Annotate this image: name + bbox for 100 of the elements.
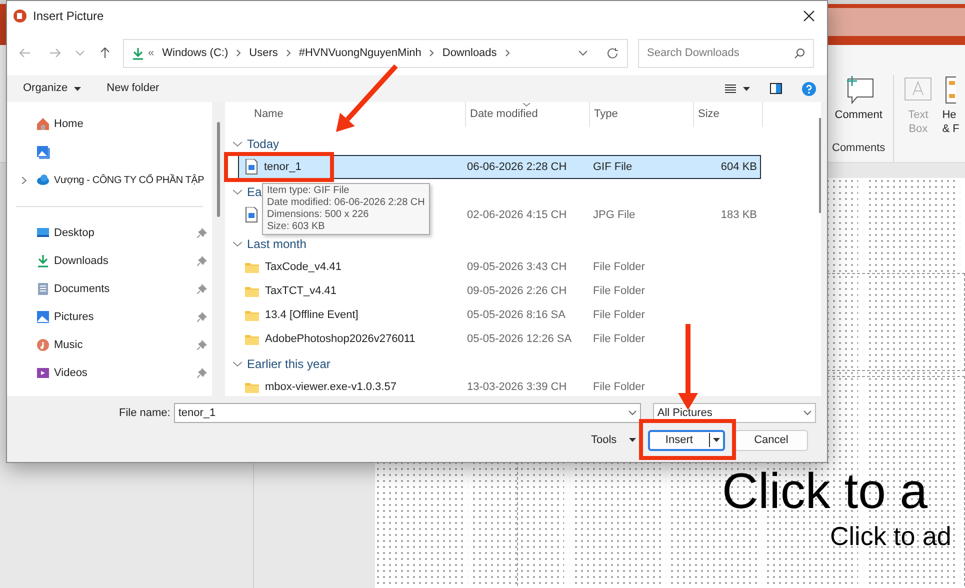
title-placeholder-text: Click to a (722, 466, 928, 516)
dropdown-icon[interactable] (628, 410, 638, 416)
cloud-icon (36, 173, 50, 187)
organize-menu[interactable]: Organize (23, 80, 81, 97)
date-cell-text: 09-05-2026 2:26 CH (467, 284, 568, 299)
file-name: 13.4 [Offline Event] (265, 308, 358, 323)
image-file-icon (245, 207, 258, 223)
breadcrumb[interactable]: #HVNVuongNguyenMinh (298, 44, 422, 62)
sidebar-item[interactable]: Music (7, 331, 212, 359)
address-bar[interactable]: « Windows (C:) Users #HVNVuongNguyenMinh Downloads (123, 38, 628, 68)
insert-button[interactable]: Insert (648, 430, 725, 450)
cancel-button[interactable]: Cancel (734, 430, 808, 450)
chevron-down-icon (233, 361, 242, 367)
picture-icon (36, 310, 50, 324)
sidebar-item[interactable]: Downloads (7, 247, 212, 275)
date-cell-text: 02-06-2026 4:15 CH (467, 208, 568, 223)
pin-icon (197, 256, 207, 266)
pin-icon (197, 340, 207, 350)
column-header[interactable]: Type (590, 102, 694, 127)
folder-icon (245, 309, 259, 321)
folder-icon (245, 285, 259, 297)
group-header[interactable]: Last month (233, 233, 306, 255)
pin-icon (197, 312, 207, 322)
file-name: mbox-viewer.exe-v1.0.3.57 (265, 380, 396, 395)
column-header[interactable]: Date modified (466, 102, 590, 127)
file-name: tenor_1 (264, 160, 302, 175)
header-footer-button[interactable]: He & F (942, 75, 960, 136)
folder-icon (245, 333, 259, 345)
monitor-icon (36, 226, 50, 240)
image-file-icon (245, 159, 258, 175)
pin-icon (197, 228, 207, 238)
size-cell-text: 183 KB (720, 208, 757, 223)
group-header[interactable]: Earlier this year (233, 353, 330, 375)
new-folder-button[interactable]: New folder (106, 80, 160, 97)
caret-icon (74, 86, 81, 90)
date-cell-text: 05-05-2026 12:26 SA (467, 332, 573, 347)
type-cell-text: JPG File (593, 208, 636, 223)
close-icon (803, 10, 815, 22)
refresh-icon[interactable] (606, 46, 619, 60)
sidebar-item[interactable]: Vượng - CÔNG TY CỔ PHẦN TẬP (7, 166, 212, 194)
caret-icon (712, 438, 720, 442)
group-label: Comments (832, 140, 886, 156)
view-menu-icon[interactable] (725, 84, 736, 93)
download-icon (36, 254, 50, 268)
type-cell-text: GIF File (593, 160, 634, 175)
breadcrumb[interactable]: Downloads (442, 44, 497, 62)
video-icon (36, 366, 50, 380)
file-name: TaxTCT_v4.41 (265, 284, 337, 299)
subtitle-placeholder-text: Click to ad (830, 523, 952, 549)
date-cell-text: 06-06-2026 2:28 CH (467, 160, 568, 175)
sidebar-item[interactable]: Home (7, 110, 212, 138)
breadcrumb[interactable]: Windows (C:) (162, 44, 228, 62)
type-cell-text: File Folder (593, 380, 646, 395)
search-field[interactable]: Search Downloads (638, 38, 814, 68)
tools-button[interactable]: Tools (591, 429, 636, 451)
file-row[interactable]: tenor_1 06-06-2026 2:28 CH GIF File 604 KB (238, 155, 761, 179)
type-cell-text: File Folder (593, 308, 646, 323)
chevron-icon (429, 49, 434, 57)
group-header[interactable]: Ea (233, 181, 262, 203)
house-icon (36, 117, 50, 131)
picture-icon (36, 145, 50, 159)
arrow-drawing (336, 64, 398, 132)
chevron-icon (236, 49, 242, 57)
music-icon (36, 338, 50, 352)
chevron-down-icon (233, 141, 242, 147)
comment-button[interactable]: Comment (834, 75, 882, 122)
folder-icon (245, 261, 259, 273)
download-icon (132, 46, 144, 60)
type-cell-text: File Folder (593, 260, 646, 275)
pin-icon (197, 368, 207, 378)
help-icon[interactable] (802, 82, 816, 96)
app-logo-icon (13, 9, 27, 23)
pin-icon (197, 284, 207, 294)
document-icon (36, 282, 50, 296)
chevron-down-icon (233, 241, 242, 247)
overflow-chevrons[interactable]: « (148, 44, 154, 62)
sidebar-item[interactable]: Documents (7, 275, 212, 303)
column-header[interactable]: Size (694, 102, 763, 127)
dropdown-icon[interactable] (578, 49, 588, 57)
file-name-field[interactable]: tenor_1 (174, 403, 642, 423)
sidebar-item[interactable]: Videos (7, 359, 212, 387)
tooltip-line: Dimensions: 500 x 226 (267, 209, 370, 221)
breadcrumb[interactable]: Users (249, 44, 278, 62)
up-icon[interactable] (99, 47, 111, 59)
type-cell-text: File Folder (593, 332, 646, 347)
caret-icon[interactable] (743, 86, 750, 90)
tooltip-line: Size: 603 KB (267, 221, 326, 233)
type-cell-text: File Folder (593, 284, 646, 299)
file-name: AdobePhotoshop2026v276011 (265, 332, 416, 347)
group-header[interactable]: Today (233, 133, 280, 155)
date-cell-text: 05-05-2026 8:16 SA (467, 308, 566, 323)
chevron-icon (286, 49, 291, 57)
file-name: TaxCode_v4.41 (265, 260, 342, 275)
tooltip-line: Item type: GIF File (267, 185, 350, 197)
dropdown-icon (803, 410, 812, 416)
sidebar-item[interactable]: Pictures (7, 303, 212, 331)
preview-pane-icon[interactable] (770, 83, 782, 94)
date-cell-text: 09-05-2026 3:43 CH (467, 260, 568, 275)
search-icon (794, 48, 805, 58)
sidebar-item[interactable]: Desktop (7, 219, 212, 247)
